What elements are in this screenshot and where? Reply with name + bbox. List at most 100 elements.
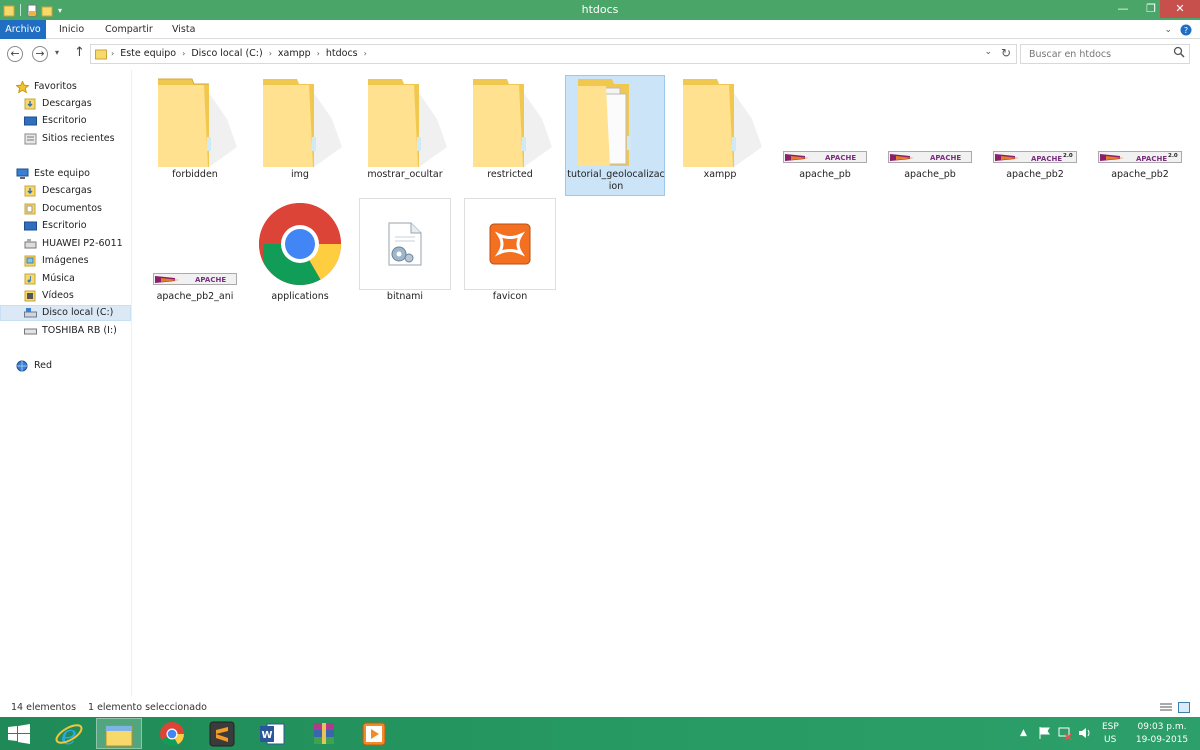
details-view-icon[interactable]: [1160, 702, 1172, 713]
tab-vista[interactable]: Vista: [172, 20, 195, 39]
sidebar-item-label: Escritorio: [42, 220, 87, 231]
taskbar-chrome[interactable]: [149, 718, 195, 749]
sidebar-item-label: Disco local (C:): [42, 307, 114, 318]
chevron-right-icon[interactable]: ›: [269, 49, 272, 58]
sidebar-item-huawei[interactable]: HUAWEI P2-6011: [24, 236, 123, 252]
large-icons-view-icon[interactable]: [1178, 702, 1190, 713]
keyboard-layout: US: [1104, 735, 1117, 745]
breadcrumb-htdocs[interactable]: htdocs: [326, 48, 358, 59]
recent-locations-button[interactable]: ▾: [55, 48, 59, 57]
sidebar-item-disco-local[interactable]: Disco local (C:): [0, 305, 131, 321]
image-item[interactable]: APACHE 2.0 apache_pb2: [1090, 75, 1190, 196]
arrow-right-icon: →: [35, 47, 45, 60]
folder-item[interactable]: mostrar_ocultar: [355, 75, 455, 196]
folder-icon: [473, 79, 552, 167]
breadcrumb-este-equipo[interactable]: Este equipo: [120, 48, 176, 59]
folder-item[interactable]: restricted: [460, 75, 560, 196]
close-button[interactable]: ✕: [1160, 0, 1200, 18]
clock[interactable]: 09:03 p.m. 19-09-2015: [1135, 721, 1189, 747]
image-item[interactable]: APACHE apache_pb2_ani: [145, 198, 245, 310]
sidebar-item-label: TOSHIBA RB (I:): [42, 325, 117, 336]
sidebar-item-imagenes[interactable]: Imágenes: [24, 253, 89, 269]
image-item[interactable]: APACHE apache_pb: [775, 75, 875, 196]
sidebar-item-musica[interactable]: Música: [24, 271, 75, 287]
sidebar-item-label: Sitios recientes: [42, 133, 115, 144]
sidebar-item-videos[interactable]: Vídeos: [24, 288, 74, 304]
chevron-down-icon[interactable]: ⌄: [1164, 25, 1172, 35]
svg-text:2.0: 2.0: [1063, 153, 1073, 159]
tab-inicio[interactable]: Inicio: [59, 20, 84, 39]
language-indicator[interactable]: ESP US: [1102, 721, 1119, 747]
sidebar-item-label: Imágenes: [42, 255, 89, 266]
network-disconnected-icon[interactable]: [1058, 726, 1072, 740]
sidebar-item-favoritos[interactable]: Favoritos: [16, 79, 77, 95]
up-button[interactable]: ↑: [74, 45, 85, 60]
taskbar-internet-explorer[interactable]: e: [46, 718, 92, 749]
address-bar[interactable]: › Este equipo › Disco local (C:) › xampp…: [90, 44, 1017, 64]
taskbar-word[interactable]: W: [249, 718, 295, 749]
volume-icon[interactable]: [1078, 726, 1092, 740]
refresh-button[interactable]: ↻: [1001, 46, 1011, 60]
help-icon[interactable]: ?: [1180, 24, 1192, 36]
computer-icon: [16, 168, 29, 179]
sidebar-item-escritorio[interactable]: Escritorio: [24, 113, 87, 129]
folder-item[interactable]: img: [250, 75, 350, 196]
back-button[interactable]: ←: [7, 46, 23, 62]
sidebar-item-toshiba[interactable]: TOSHIBA RB (I:): [24, 323, 117, 339]
chevron-right-icon[interactable]: ›: [182, 49, 185, 58]
breadcrumb-disco-local[interactable]: Disco local (C:): [191, 48, 262, 59]
item-label: apache_pb2_ani: [156, 291, 234, 302]
folder-item-selected[interactable]: tutorial_geolocalizacion: [565, 75, 665, 196]
desktop-icon: [24, 116, 37, 126]
taskbar-winrar[interactable]: [301, 718, 347, 749]
taskbar-sublime-text[interactable]: [199, 718, 245, 749]
forward-button[interactable]: →: [32, 46, 48, 62]
html-file-item[interactable]: applications: [250, 198, 350, 310]
item-label: applications: [271, 291, 329, 302]
sidebar-item-label: Escritorio: [42, 115, 87, 126]
minimize-button[interactable]: —: [1110, 0, 1136, 18]
chrome-icon: [259, 203, 341, 285]
image-item[interactable]: APACHE 2.0 apache_pb2: [985, 75, 1085, 196]
folder-icon: [368, 79, 447, 167]
chevron-right-icon: ›: [111, 49, 115, 58]
tab-archivo[interactable]: Archivo: [0, 20, 46, 39]
network-icon: [16, 360, 28, 372]
item-label: bitnami: [386, 291, 424, 302]
taskbar-media-player[interactable]: [351, 718, 397, 749]
image-item[interactable]: APACHE apache_pb: [880, 75, 980, 196]
search-input[interactable]: [1021, 45, 1171, 63]
folder-with-documents-icon: [578, 79, 631, 166]
sidebar-item-sitios-recientes[interactable]: Sitios recientes: [24, 131, 115, 147]
media-player-icon: [362, 722, 386, 746]
folder-icon: [263, 79, 342, 167]
sidebar-item-descargas-2[interactable]: Descargas: [24, 183, 92, 199]
chevron-right-icon[interactable]: ›: [317, 49, 320, 58]
folder-item[interactable]: xampp: [670, 75, 770, 196]
address-history-dropdown[interactable]: ⌄: [984, 47, 992, 57]
folder-item[interactable]: forbidden: [145, 75, 245, 196]
tab-compartir[interactable]: Compartir: [105, 20, 153, 39]
breadcrumb-xampp[interactable]: xampp: [278, 48, 311, 59]
sidebar-item-este-equipo[interactable]: Este equipo: [16, 166, 90, 182]
search-icon[interactable]: [1173, 46, 1185, 58]
config-file-item[interactable]: bitnami: [355, 198, 455, 310]
show-hidden-icons-button[interactable]: ▲: [1020, 728, 1027, 738]
icon-file-item[interactable]: favicon: [460, 198, 560, 310]
sidebar-item-label: Música: [42, 273, 75, 284]
sidebar-item-escritorio-2[interactable]: Escritorio: [24, 218, 87, 234]
svg-text:?: ?: [1184, 26, 1188, 35]
apache-banner-icon: APACHE 2.0: [1098, 151, 1182, 163]
hard-drive-icon: [24, 308, 37, 318]
chevron-right-icon[interactable]: ›: [364, 49, 367, 58]
windows-start-icon[interactable]: [8, 724, 30, 744]
recent-places-icon: [24, 133, 37, 145]
sidebar-item-descargas[interactable]: Descargas: [24, 96, 92, 112]
taskbar-file-explorer[interactable]: [96, 718, 142, 749]
sidebar-item-red[interactable]: Red: [16, 358, 52, 374]
sidebar-item-label: Este equipo: [34, 168, 90, 179]
folder-icon: [95, 49, 107, 60]
sidebar-item-documentos[interactable]: Documentos: [24, 201, 102, 217]
action-center-flag-icon[interactable]: [1038, 726, 1052, 740]
svg-text:APACHE: APACHE: [1136, 155, 1167, 163]
